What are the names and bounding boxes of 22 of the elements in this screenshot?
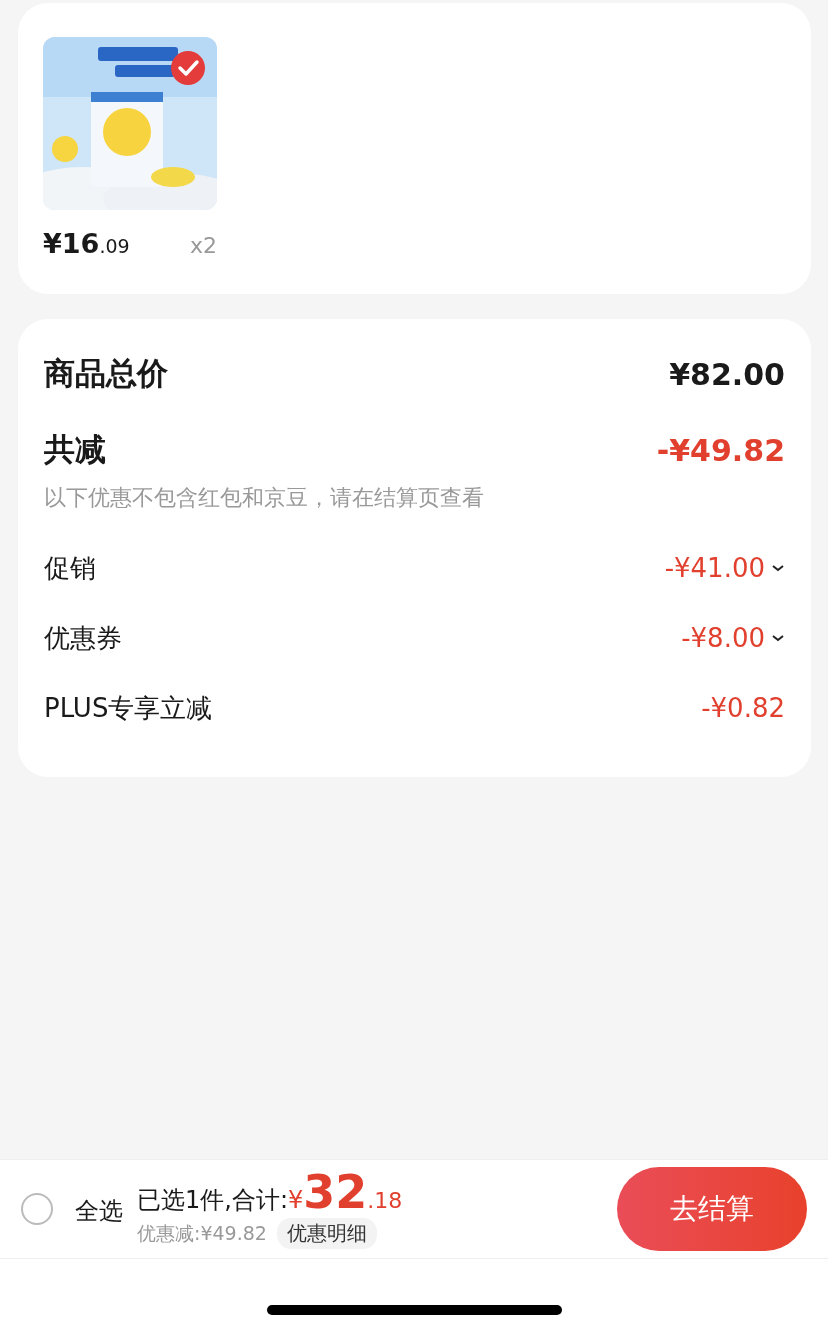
chevron-down-icon[interactable] [771, 633, 785, 643]
discount-label: 共减 [44, 430, 106, 469]
discount-item-amount[interactable]: -¥41.00 [664, 553, 765, 583]
discount-item-amount: -¥0.82 [701, 693, 785, 723]
discount-item-label: 优惠券 [44, 621, 122, 655]
selected-count: 已选1件,合计: [137, 1185, 288, 1216]
discount-detail-button[interactable]: 优惠明细 [276, 1218, 377, 1249]
total-price: ¥32.18 [288, 1169, 403, 1215]
product-quantity: x2 [189, 233, 217, 258]
discount-item-amount[interactable]: -¥8.00 [681, 623, 765, 653]
discount-item-label: 促销 [44, 551, 96, 585]
chevron-down-icon[interactable] [771, 563, 785, 573]
checkout-button[interactable]: 去结算 [617, 1167, 807, 1251]
product-price: ¥16.09 [43, 228, 130, 259]
discount-item-label: PLUS专享立减 [44, 691, 213, 725]
total-amount: ¥82.00 [669, 356, 785, 392]
total-label: 商品总价 [44, 354, 168, 393]
discount-note: 以下优惠不包含红包和京豆，请在结算页查看 [44, 484, 485, 512]
saved-amount: 优惠减:¥49.82 [137, 1220, 267, 1246]
select-all-label[interactable]: 全选 [75, 1195, 123, 1227]
select-all-checkbox[interactable] [21, 1193, 53, 1225]
discount-amount: -¥49.82 [656, 432, 785, 468]
